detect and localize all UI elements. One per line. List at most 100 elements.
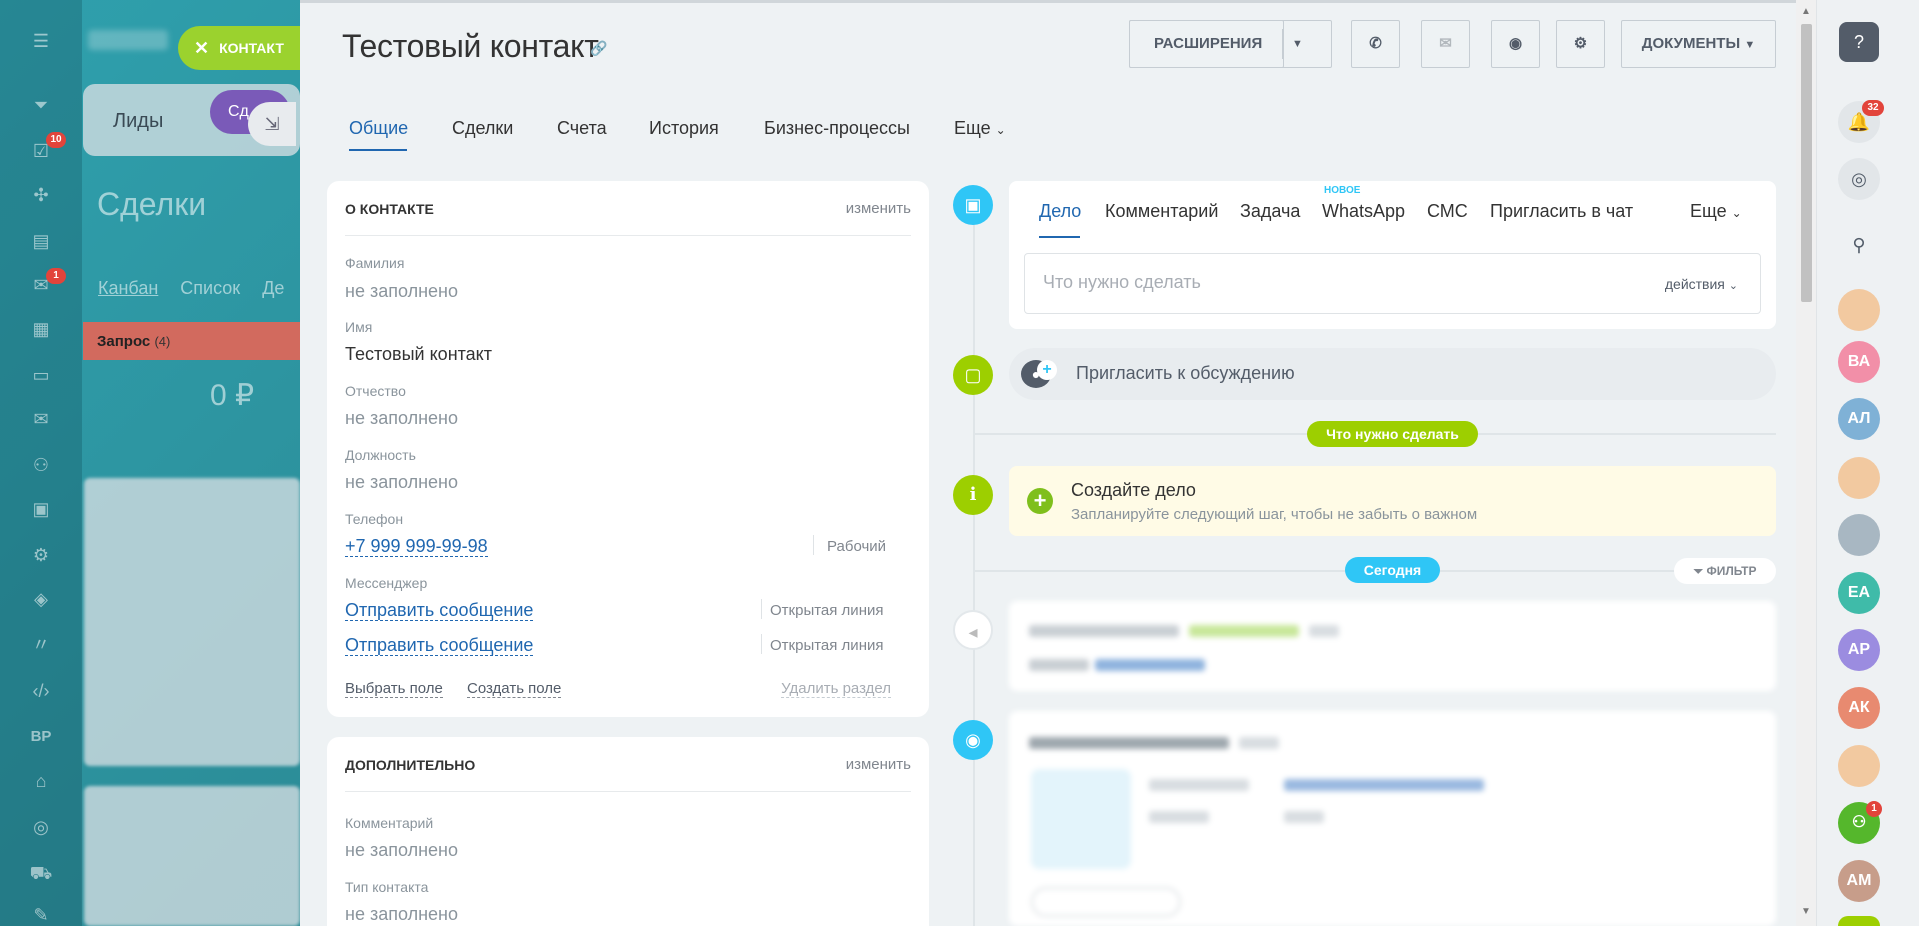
bg-view-kanban[interactable]: Канбан (98, 278, 158, 298)
help-icon[interactable]: ? (1839, 22, 1879, 62)
avatar[interactable] (1838, 289, 1880, 331)
chevron-down-icon: ⌄ (995, 123, 1006, 137)
mail-icon[interactable]: ✉ (28, 408, 54, 430)
tab-general[interactable]: Общие (349, 118, 408, 139)
select-field-link[interactable]: Выбрать поле (345, 680, 443, 698)
invite-discussion-bar[interactable]: ● + Пригласить к обсуждению (1009, 348, 1776, 400)
search-icon[interactable]: ⚲ (1838, 224, 1880, 266)
scroll-down-icon[interactable]: ▼ (1801, 906, 1811, 917)
tab-history[interactable]: История (649, 118, 719, 139)
editor-tab-whatsapp[interactable]: WhatsApp (1322, 201, 1405, 222)
avatar[interactable]: АК (1838, 687, 1880, 729)
tab-deals[interactable]: Сделки (452, 118, 513, 139)
contact-type-value[interactable]: не заполнено (345, 904, 458, 925)
messenger-icon[interactable]: ◎ (1838, 158, 1880, 200)
minimize-slider-button[interactable]: ⇲ (248, 102, 296, 146)
editor-tab-invite-chat[interactable]: Пригласить в чат (1490, 201, 1633, 222)
bg-view-other[interactable]: Де (262, 278, 284, 298)
messenger-link[interactable]: Отправить сообщение (345, 600, 534, 621)
portal-logo (88, 30, 168, 50)
last-name-value[interactable]: не заполнено (345, 281, 458, 302)
avatar[interactable]: АЛ (1838, 398, 1880, 440)
history-item-icon: ◂ (953, 610, 993, 650)
close-slider-button[interactable]: ✕ КОНТАКТ (178, 26, 300, 70)
tab-more[interactable]: Еще ⌄ (954, 118, 1006, 139)
editor-tab-task[interactable]: Задача (1240, 201, 1300, 222)
cards-icon[interactable]: ▣ (28, 498, 54, 520)
bg-view-switcher: Канбан Список Де (98, 278, 306, 299)
settings-button[interactable]: ⚙ (1556, 20, 1605, 68)
contact-title[interactable]: Тестовый контакт (342, 28, 599, 65)
about-edit-link[interactable]: изменить (846, 200, 911, 217)
contacts-icon[interactable]: ⚇ (28, 454, 54, 476)
additional-card: ДОПОЛНИТЕЛЬНО изменить Комментарий не за… (327, 737, 929, 926)
avatar[interactable]: ЕА (1838, 572, 1880, 614)
comment-value[interactable]: не заполнено (345, 840, 458, 861)
editor-tab-more[interactable]: Еще ⌄ (1690, 201, 1742, 222)
delete-section-link[interactable]: Удалить раздел (781, 680, 891, 698)
bp-icon[interactable]: BP (28, 726, 54, 748)
call-button[interactable]: ✆ (1351, 20, 1400, 68)
openline-icon (1031, 769, 1131, 869)
first-name-value[interactable]: Тестовый контакт (345, 344, 492, 365)
editor-tab-comment[interactable]: Комментарий (1105, 201, 1218, 222)
tab-business-processes[interactable]: Бизнес-процессы (764, 118, 910, 139)
avatar[interactable]: ВА (1838, 341, 1880, 383)
menu-icon[interactable]: ☰ (28, 30, 54, 52)
activity-input[interactable]: Что нужно сделать действия ⌄ (1024, 253, 1761, 314)
crm-icon[interactable]: ✣ (28, 184, 54, 206)
chevron-down-icon: ⌄ (1728, 280, 1738, 292)
tab-invoices[interactable]: Счета (557, 118, 607, 139)
box-icon[interactable]: ◈ (28, 588, 54, 610)
todo-section-pill: Что нужно сделать (1307, 421, 1478, 447)
tasks-badge: 10 (46, 132, 66, 148)
slider-scrollbar[interactable]: ▲ ▼ (1796, 0, 1816, 926)
bg-deal-card (84, 786, 300, 926)
scroll-up-icon[interactable]: ▲ (1801, 6, 1811, 17)
avatar[interactable]: АМ (1838, 860, 1880, 902)
create-activity-block[interactable]: + Создайте дело Запланируйте следующий ш… (1009, 466, 1776, 536)
invite-label: Пригласить к обсуждению (1076, 363, 1295, 383)
create-field-link[interactable]: Создать поле (467, 680, 562, 698)
actions-dropdown[interactable]: действия ⌄ (1665, 276, 1738, 292)
feed-icon[interactable]: ▤ (28, 230, 54, 252)
filter-icon[interactable]: ⏷ (28, 94, 54, 116)
bg-page-title: Сделки (97, 186, 207, 222)
divider (813, 535, 814, 555)
phone-link[interactable]: +7 999 999-99-98 (345, 536, 488, 557)
documents-button[interactable]: ДОКУМЕНТЫ ▼ (1621, 20, 1776, 68)
first-name-label: Имя (345, 319, 373, 335)
avatar[interactable]: АР (1838, 629, 1880, 671)
edit-icon[interactable]: ✎ (28, 904, 54, 926)
bank-icon[interactable]: ⌂ (28, 770, 54, 792)
timeline-filter-button[interactable]: ⏷ ФИЛЬТР (1674, 558, 1776, 584)
chat-button[interactable]: ◉ (1491, 20, 1540, 68)
email-button[interactable]: ✉ (1421, 20, 1470, 68)
today-pill: Сегодня (1345, 557, 1440, 583)
calendar-icon[interactable]: ▦ (28, 318, 54, 340)
robot-icon[interactable]: ⚙ (28, 544, 54, 566)
bg-column-name: Запрос (97, 333, 151, 350)
editor-tab-activity[interactable]: Дело (1039, 201, 1081, 222)
avatar[interactable] (1838, 457, 1880, 499)
marketing-icon[interactable]: 〃 (28, 634, 54, 656)
cart-icon[interactable]: ⛟ (28, 862, 54, 884)
bg-tab-leads[interactable]: Лиды (113, 110, 163, 133)
position-label: Должность (345, 447, 416, 463)
code-icon[interactable]: ‹/› (28, 680, 54, 702)
avatar[interactable] (1838, 916, 1880, 926)
additional-edit-link[interactable]: изменить (846, 756, 911, 773)
editor-tab-sms[interactable]: СМС (1427, 201, 1468, 222)
scrollbar-thumb[interactable] (1801, 24, 1812, 302)
drive-icon[interactable]: ▭ (28, 364, 54, 386)
additional-header: ДОПОЛНИТЕЛЬНО (345, 757, 476, 773)
target-icon[interactable]: ◎ (28, 816, 54, 838)
messenger-link[interactable]: Отправить сообщение (345, 635, 534, 656)
avatar[interactable] (1838, 514, 1880, 556)
copy-link-icon[interactable]: 🔗 (590, 40, 607, 57)
patronymic-value[interactable]: не заполнено (345, 408, 458, 429)
avatar[interactable] (1838, 745, 1880, 787)
position-value[interactable]: не заполнено (345, 472, 458, 493)
bg-view-list[interactable]: Список (180, 278, 240, 298)
messenger-type: Открытая линия (770, 602, 884, 619)
